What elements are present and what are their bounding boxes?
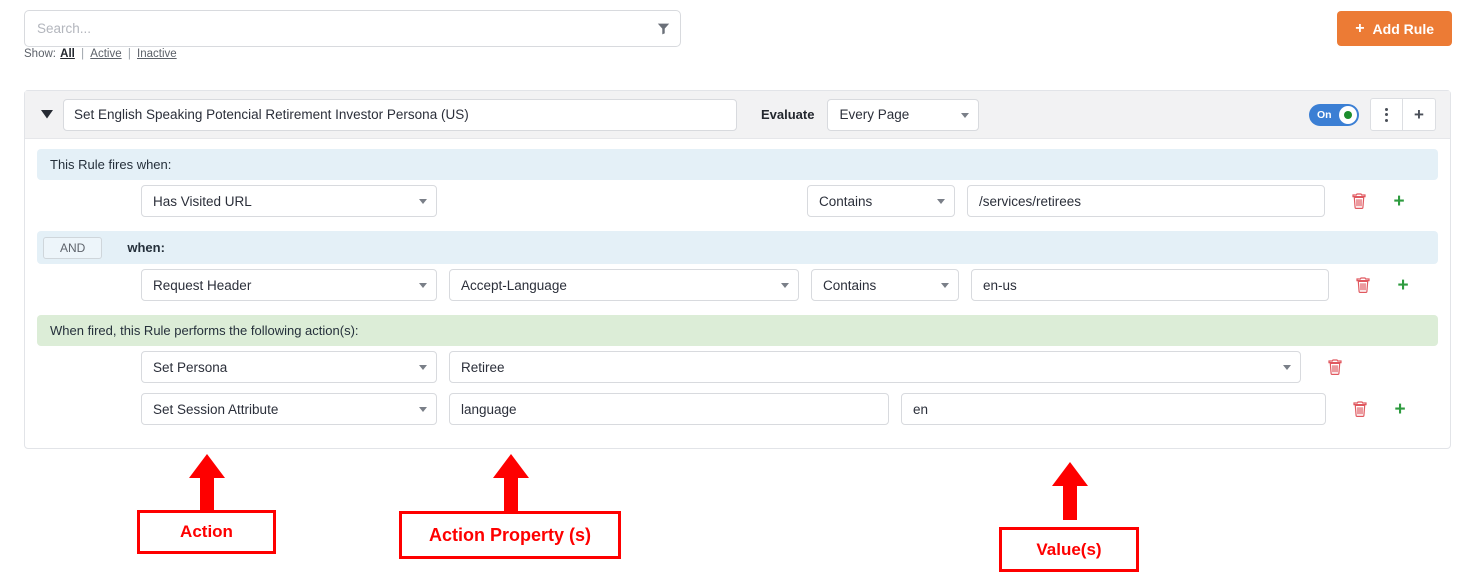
condition-1-subject-select[interactable]: Has Visited URL — [141, 185, 437, 217]
actions-header-band: When fired, this Rule performs the follo… — [37, 315, 1438, 346]
condition-2-row-icons: + — [1343, 276, 1423, 295]
evaluate-select-value: Every Page — [839, 107, 909, 122]
condition-1-value-input[interactable] — [967, 185, 1325, 217]
show-label: Show: — [24, 48, 56, 60]
chevron-down-icon — [1283, 365, 1291, 370]
condition-1-operator-value: Contains — [819, 194, 872, 209]
rule-header-controls: On + — [1309, 98, 1436, 131]
plus-icon: + — [1414, 106, 1424, 123]
action-2-action-value: Set Session Attribute — [153, 402, 278, 417]
rule-card-body: This Rule fires when: Has Visited URL Co… — [25, 139, 1450, 448]
action-row-1: Set Persona Retiree — [37, 346, 1438, 388]
action-1-delete-icon[interactable] — [1315, 359, 1355, 375]
search-input[interactable] — [25, 11, 646, 46]
rule-enabled-toggle[interactable]: On — [1309, 104, 1359, 126]
chevron-down-icon — [961, 113, 969, 118]
action-2-delete-icon[interactable] — [1340, 401, 1380, 417]
add-rule-label: Add Rule — [1373, 21, 1434, 37]
annotation-box-action: Action — [137, 510, 276, 554]
condition-2-delete-icon[interactable] — [1343, 277, 1383, 293]
filter-icon[interactable] — [646, 11, 680, 46]
condition-1-row-icons: + — [1339, 192, 1419, 211]
condition-1-operator-select[interactable]: Contains — [807, 185, 955, 217]
rule-card: Evaluate Every Page On + This Rule fires — [24, 90, 1451, 449]
and-operator-chip[interactable]: AND — [43, 237, 102, 259]
condition-2-subject-select[interactable]: Request Header — [141, 269, 437, 301]
chevron-down-icon — [941, 283, 949, 288]
condition-2-operator-select[interactable]: Contains — [811, 269, 959, 301]
condition-row-2: Request Header Accept-Language Contains … — [37, 264, 1438, 306]
action-2-add-icon[interactable]: + — [1380, 400, 1420, 419]
show-filter-links: Show: All | Active | Inactive — [24, 48, 178, 60]
top-toolbar: Show: All | Active | Inactive + Add Rule — [0, 0, 1475, 72]
collapse-toggle-icon[interactable] — [41, 110, 63, 119]
action-2-action-select[interactable]: Set Session Attribute — [141, 393, 437, 425]
action-1-action-value: Set Persona — [153, 360, 227, 375]
chevron-down-icon — [937, 199, 945, 204]
annotation-arrow-value — [1046, 460, 1094, 522]
and-when-label: when: — [127, 240, 165, 255]
rule-add-button[interactable]: + — [1403, 98, 1436, 131]
annotation-arrow-action-property — [487, 452, 535, 514]
action-1-property-select[interactable]: Retiree — [449, 351, 1301, 383]
condition-1-delete-icon[interactable] — [1339, 193, 1379, 209]
condition-2-operator-value: Contains — [823, 278, 876, 293]
condition-2-value-input[interactable] — [971, 269, 1329, 301]
condition-2-property-value: Accept-Language — [461, 278, 567, 293]
annotation-label-action: Action — [180, 522, 233, 542]
actions-header-text: When fired, this Rule performs the follo… — [50, 323, 359, 338]
condition-2-add-icon[interactable]: + — [1383, 276, 1423, 295]
toggle-label: On — [1317, 109, 1332, 121]
kebab-menu-icon — [1385, 108, 1388, 122]
show-separator-1: | — [81, 48, 84, 60]
condition-row-1: Has Visited URL Contains + — [37, 180, 1438, 222]
chevron-down-icon — [419, 407, 427, 412]
action-1-property-value: Retiree — [461, 360, 505, 375]
action-2-value-input[interactable] — [901, 393, 1326, 425]
chevron-down-icon — [419, 283, 427, 288]
show-separator-2: | — [128, 48, 131, 60]
toggle-knob — [1339, 106, 1357, 124]
condition-and-band: AND when: — [37, 231, 1438, 264]
rule-menu-button[interactable] — [1370, 98, 1403, 131]
show-link-all[interactable]: All — [60, 48, 75, 60]
show-link-inactive[interactable]: Inactive — [137, 48, 177, 60]
annotation-box-action-property: Action Property (s) — [399, 511, 621, 559]
plus-icon: + — [1355, 21, 1364, 37]
annotation-arrow-action — [183, 452, 231, 514]
add-rule-button[interactable]: + Add Rule — [1337, 11, 1452, 46]
chevron-down-icon — [419, 199, 427, 204]
condition-1-add-icon[interactable]: + — [1379, 192, 1419, 211]
rule-title-input[interactable] — [63, 99, 737, 131]
action-1-action-select[interactable]: Set Persona — [141, 351, 437, 383]
search-bar[interactable] — [24, 10, 681, 47]
evaluate-select[interactable]: Every Page — [827, 99, 979, 131]
conditions-header-band: This Rule fires when: — [37, 149, 1438, 180]
rule-card-header: Evaluate Every Page On + — [25, 91, 1450, 139]
condition-2-property-select[interactable]: Accept-Language — [449, 269, 799, 301]
action-row-2: Set Session Attribute + — [37, 388, 1438, 430]
chevron-down-icon — [781, 283, 789, 288]
action-2-row-icons: + — [1340, 400, 1420, 419]
conditions-header-text: This Rule fires when: — [50, 157, 171, 172]
evaluate-label: Evaluate — [761, 107, 814, 122]
annotation-label-value: Value(s) — [1036, 540, 1101, 560]
show-link-active[interactable]: Active — [90, 48, 121, 60]
action-2-property-input[interactable] — [449, 393, 889, 425]
chevron-down-icon — [419, 365, 427, 370]
annotation-label-action-property: Action Property (s) — [429, 525, 591, 546]
condition-2-subject-value: Request Header — [153, 278, 251, 293]
action-1-row-icons — [1315, 359, 1395, 375]
annotation-box-value: Value(s) — [999, 527, 1139, 572]
condition-1-subject-value: Has Visited URL — [153, 194, 252, 209]
rule-action-buttons: + — [1370, 98, 1436, 131]
